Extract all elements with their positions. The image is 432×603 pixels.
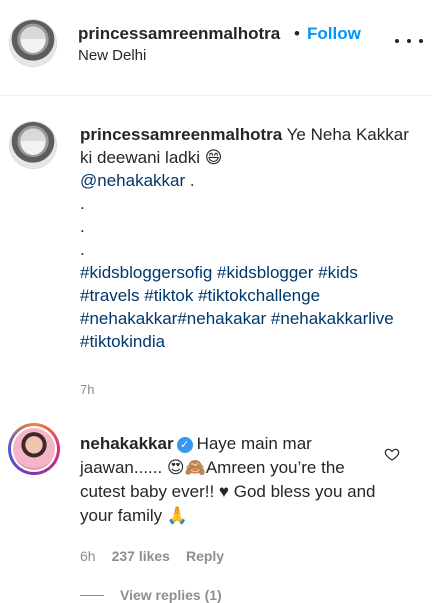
header-divider xyxy=(0,95,432,96)
comment-text-block: nehakakkar ✓ Haye main mar jaawan...... 😍🙈… xyxy=(80,432,380,528)
more-dot xyxy=(407,39,411,43)
caption-text-block: princessamreenmalhotra Ye Neha Kakkar ki… xyxy=(80,123,410,353)
follow-button[interactable]: Follow xyxy=(307,24,361,44)
view-replies-label[interactable]: View replies (1) xyxy=(120,587,222,603)
more-dot xyxy=(419,39,423,43)
separator-dot: • xyxy=(294,24,300,43)
hashtags[interactable]: #kidsbloggersofig #kidsblogger #kids #tr… xyxy=(80,263,394,351)
verified-badge-icon: ✓ xyxy=(176,437,193,453)
commenter-photo xyxy=(13,428,55,470)
caption-author-avatar[interactable] xyxy=(10,122,56,168)
mention-suffix: . xyxy=(185,171,195,190)
comment-likes[interactable]: 237 likes xyxy=(112,548,170,564)
mention-link[interactable]: @nehakakkar xyxy=(80,171,185,190)
post-author-username[interactable]: princessamreenmalhotra xyxy=(78,24,280,44)
commenter-username[interactable]: nehakakkar xyxy=(80,434,174,453)
caption-dot: . xyxy=(80,194,85,213)
profile-avatar[interactable] xyxy=(10,20,56,66)
caption-timestamp: 7h xyxy=(80,382,95,397)
heart-outline-icon[interactable] xyxy=(384,446,400,462)
comment-meta: 6h 237 likes Reply xyxy=(80,548,224,564)
comment-time: 6h xyxy=(80,548,96,564)
caption-author-username[interactable]: princessamreenmalhotra xyxy=(80,125,282,144)
caption-dot: . xyxy=(80,217,85,236)
view-replies[interactable]: View replies (1) xyxy=(80,587,222,603)
commenter-avatar[interactable] xyxy=(8,423,60,475)
reply-button[interactable]: Reply xyxy=(186,548,224,564)
replies-line xyxy=(80,594,104,596)
post-location[interactable]: New Delhi xyxy=(78,47,146,64)
more-options-icon[interactable] xyxy=(395,30,423,52)
post-header: princessamreenmalhotra • Follow New Delh… xyxy=(0,0,432,96)
more-dot xyxy=(395,39,399,43)
caption-dot: . xyxy=(80,240,85,259)
